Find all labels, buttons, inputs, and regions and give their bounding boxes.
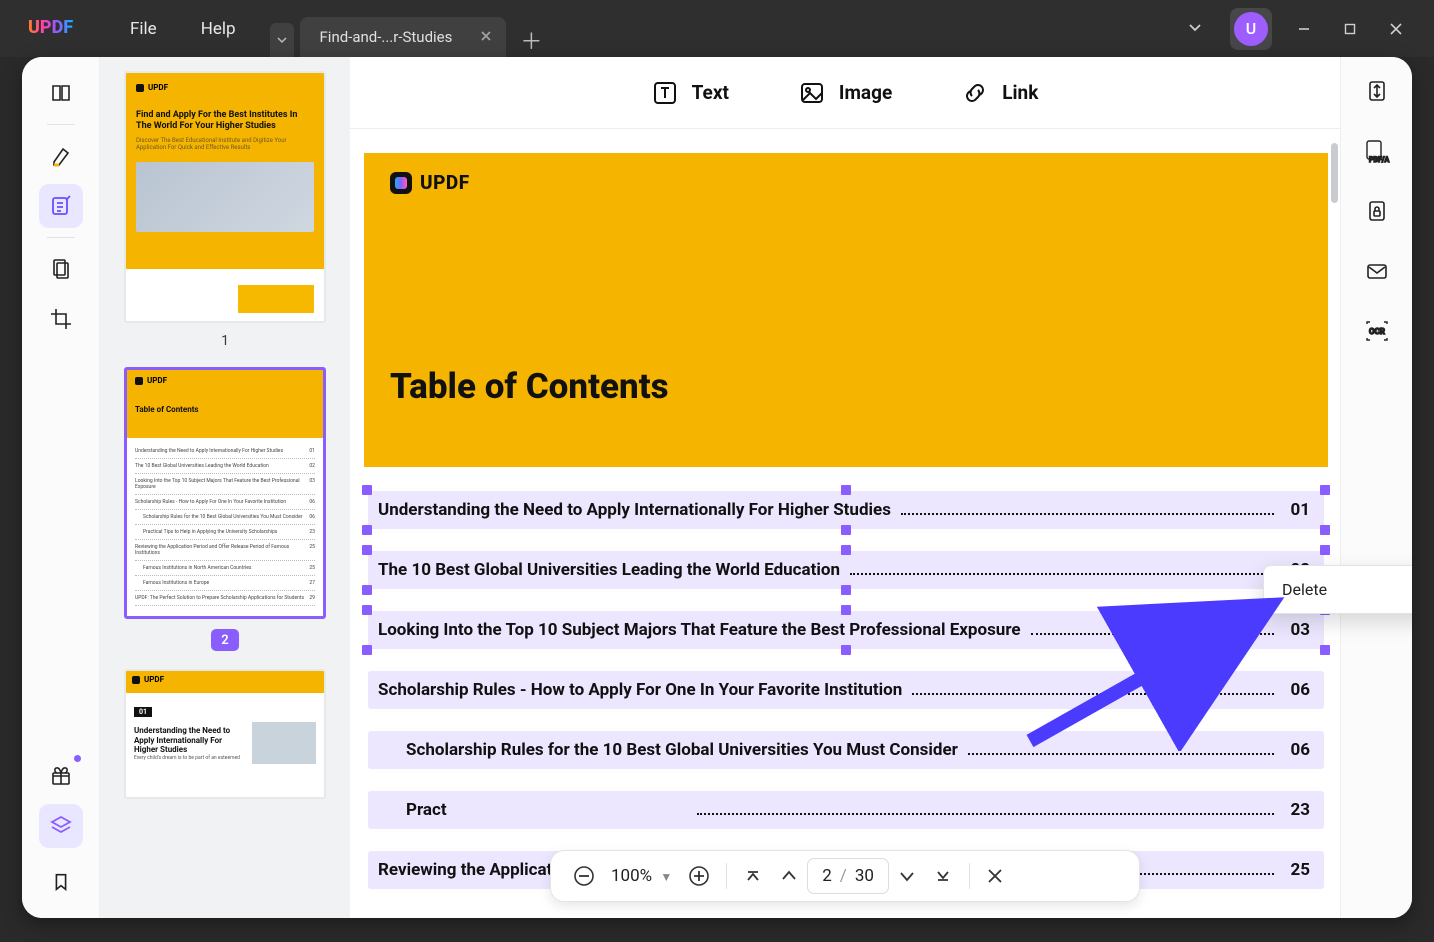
tab-close-button[interactable]: [480, 28, 492, 46]
protect-icon[interactable]: [1357, 191, 1397, 231]
toc-row[interactable]: Understanding the Need to Apply Internat…: [364, 491, 1328, 529]
edit-text-button[interactable]: Text: [652, 80, 729, 106]
edit-text-icon[interactable]: [39, 184, 83, 228]
zoom-value[interactable]: 100% ▼: [603, 866, 680, 886]
ocr-icon[interactable]: OCR: [1357, 311, 1397, 351]
menu-file[interactable]: File: [108, 19, 179, 39]
vertical-scrollbar[interactable]: [1331, 143, 1338, 203]
edit-link-button[interactable]: Link: [962, 80, 1038, 106]
pdf-page: UPDF Table of Contents Understanding the…: [364, 153, 1328, 889]
menu-help[interactable]: Help: [179, 19, 258, 39]
prev-page-button[interactable]: [771, 860, 807, 892]
first-page-button[interactable]: [735, 860, 771, 892]
toc-text: Pract: [406, 800, 447, 820]
workspace: UPDF Find and Apply For the Best Institu…: [22, 57, 1412, 918]
layers-icon[interactable]: [39, 804, 83, 848]
toc-text: Scholarship Rules - How to Apply For One…: [378, 680, 902, 700]
titlebar: UPDF File Help Find-and-...r-Studies ＋ U: [0, 0, 1434, 57]
document-tab[interactable]: Find-and-...r-Studies: [300, 17, 507, 57]
organize-pages-icon[interactable]: [39, 247, 83, 291]
window-maximize[interactable]: [1336, 15, 1364, 43]
toc-page: 23: [1284, 800, 1310, 820]
toc-page: 03: [1284, 620, 1310, 640]
context-menu-delete[interactable]: Delete Del: [1264, 566, 1412, 613]
avatar: U: [1234, 12, 1268, 46]
crop-icon[interactable]: [39, 297, 83, 341]
table-of-contents: Understanding the Need to Apply Internat…: [364, 467, 1328, 889]
zoom-navigation-bar: 100% ▼ 2/30: [550, 850, 1140, 902]
tab-title: Find-and-...r-Studies: [320, 28, 453, 46]
last-page-button[interactable]: [925, 860, 961, 892]
toc-page: 06: [1284, 680, 1310, 700]
edit-image-button[interactable]: Image: [799, 80, 892, 106]
toc-page: 01: [1284, 500, 1310, 520]
toc-text: Scholarship Rules for the 10 Best Global…: [406, 740, 958, 760]
page-thumbnail[interactable]: UPDF Find and Apply For the Best Institu…: [124, 71, 326, 323]
tab-list-dropdown[interactable]: [270, 23, 294, 57]
convert-icon[interactable]: [1357, 71, 1397, 111]
gift-icon[interactable]: [39, 754, 83, 798]
account-button[interactable]: U: [1230, 8, 1272, 50]
toc-page: 25: [1284, 860, 1310, 880]
window-minimize[interactable]: [1290, 15, 1318, 43]
toc-row[interactable]: Pract 23: [364, 791, 1328, 829]
toc-row[interactable]: Scholarship Rules - How to Apply For One…: [364, 671, 1328, 709]
next-page-button[interactable]: [889, 860, 925, 892]
context-menu: Delete Del: [1263, 565, 1412, 614]
page-logo: UPDF: [390, 171, 1302, 194]
zoom-out-button[interactable]: [565, 859, 603, 893]
zoom-in-button[interactable]: [680, 859, 718, 893]
window-close[interactable]: [1382, 15, 1410, 43]
svg-text:PDF/A: PDF/A: [1369, 156, 1390, 163]
page-scroller[interactable]: UPDF Table of Contents Understanding the…: [350, 129, 1340, 918]
toc-row[interactable]: Looking Into the Top 10 Subject Majors T…: [364, 611, 1328, 649]
close-bar-button[interactable]: [978, 861, 1012, 891]
read-mode-icon[interactable]: [39, 71, 83, 115]
pdfa-icon[interactable]: PDF/A: [1357, 131, 1397, 171]
toc-text: Understanding the Need to Apply Internat…: [378, 500, 891, 520]
thumbnail-page-number: 1: [110, 333, 340, 349]
bookmark-icon[interactable]: [39, 860, 83, 904]
page-title: Table of Contents: [390, 366, 1302, 407]
toc-row[interactable]: Scholarship Rules for the 10 Best Global…: [364, 731, 1328, 769]
edit-toolbar: Text Image Link: [350, 57, 1340, 129]
toc-page: 06: [1284, 740, 1310, 760]
toc-text: Looking Into the Top 10 Subject Majors T…: [378, 620, 1021, 640]
share-email-icon[interactable]: [1357, 251, 1397, 291]
overflow-dropdown[interactable]: [1178, 13, 1212, 44]
thumbnail-page-number: 2: [211, 629, 239, 651]
page-thumbnail[interactable]: UPDF Table of Contents Understanding the…: [124, 367, 326, 619]
page-number-input[interactable]: 2/30: [807, 858, 889, 894]
thumbnail-panel: UPDF Find and Apply For the Best Institu…: [100, 57, 350, 918]
svg-text:OCR: OCR: [1369, 327, 1385, 336]
new-tab-button[interactable]: ＋: [512, 23, 550, 57]
toc-text: The 10 Best Global Universities Leading …: [378, 560, 840, 580]
page-thumbnail[interactable]: UPDF 01 Understanding the Need to Apply …: [124, 669, 326, 799]
app-logo: UPDF: [28, 16, 80, 42]
left-tool-rail: [22, 57, 100, 918]
right-tool-rail: PDF/A OCR: [1340, 57, 1412, 918]
highlight-icon[interactable]: [39, 134, 83, 178]
svg-text:UPDF: UPDF: [28, 17, 73, 38]
toc-row[interactable]: The 10 Best Global Universities Leading …: [364, 551, 1328, 589]
document-viewport: Text Image Link UPDF Table of Contents: [350, 57, 1340, 918]
